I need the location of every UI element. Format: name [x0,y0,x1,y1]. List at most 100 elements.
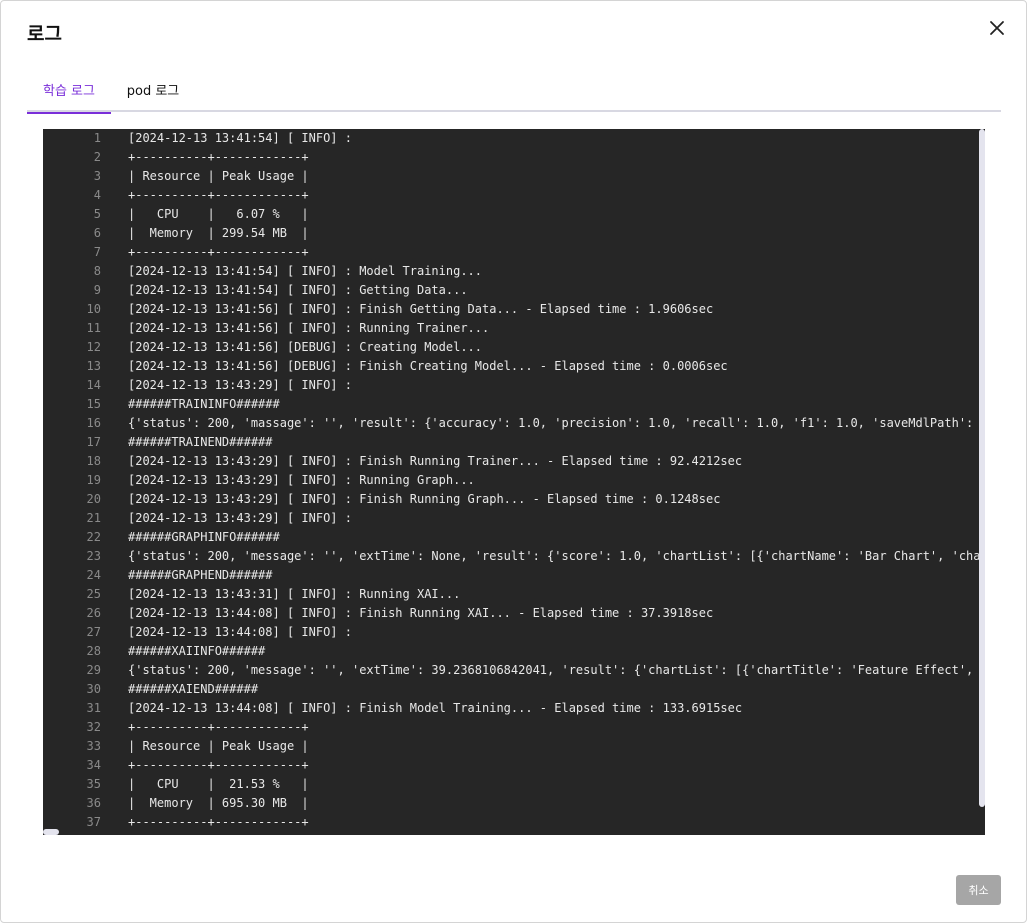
line-number: 9 [93,283,101,297]
line-number: 4 [93,188,101,202]
line-number: 32 [86,720,101,734]
log-line-text: [2024-12-13 13:41:54] [ INFO] : Getting … [128,283,468,297]
vertical-scrollbar-thumb[interactable] [979,129,985,807]
line-number: 34 [86,758,101,772]
log-line-text: [2024-12-13 13:43:31] [ INFO] : Running … [128,587,461,601]
line-number: 29 [86,663,101,677]
cancel-button[interactable]: 취소 [956,875,1001,905]
log-line: 7 +----------+------------+ [43,243,979,262]
tab-training-log[interactable]: 학습 로그 [27,75,111,114]
log-line-text: +----------+------------+ [128,150,309,164]
log-line: 32 +----------+------------+ [43,718,979,737]
log-line: 29 {'status': 200, 'message': '', 'extTim… [43,661,979,680]
log-line: 6 | Memory | 299.54 MB | [43,224,979,243]
close-icon [990,21,1004,35]
log-line-text: | CPU | 6.07 % | [128,207,309,221]
log-line-text: | Resource | Peak Usage | [128,739,309,753]
line-number: 33 [86,739,101,753]
line-number: 12 [86,340,101,354]
log-line: 18 [2024-12-13 13:43:29] [ INFO] : Finish… [43,452,979,471]
log-line: 10 [2024-12-13 13:41:56] [ INFO] : Finish… [43,300,979,319]
log-line: 20 [2024-12-13 13:43:29] [ INFO] : Finish… [43,490,979,509]
line-number: 19 [86,473,101,487]
vertical-scrollbar[interactable] [979,129,985,807]
line-number: 37 [86,815,101,829]
line-number: 3 [93,169,101,183]
log-line-text: ######XAIINFO###### [128,644,266,658]
log-line-text: +----------+------------+ [128,815,309,829]
line-number: 22 [86,530,101,544]
line-number: 10 [86,302,101,316]
line-number: 15 [86,397,101,411]
log-line-text: ######TRAINEND###### [128,435,273,449]
log-line-text: +----------+------------+ [128,188,309,202]
line-number: 18 [86,454,101,468]
tab-pod-log[interactable]: pod 로그 [119,75,187,112]
log-line-text: +----------+------------+ [128,720,309,734]
log-line-text: [2024-12-13 13:43:29] [ INFO] : [128,511,352,525]
horizontal-scrollbar-thumb[interactable] [43,829,59,835]
line-number: 24 [86,568,101,582]
log-line-text: [2024-12-13 13:43:29] [ INFO] : Running … [128,473,475,487]
log-line: 22 ######GRAPHINFO###### [43,528,979,547]
log-tabs: 학습 로그 pod 로그 [27,75,1001,114]
log-line-text: ######TRAININFO###### [128,397,280,411]
line-number: 16 [86,416,101,430]
line-number: 25 [86,587,101,601]
log-line: 21 [2024-12-13 13:43:29] [ INFO] : [43,509,979,528]
log-line-text: [2024-12-13 13:41:56] [DEBUG] : Creating… [128,340,483,354]
log-line: 28 ######XAIINFO###### [43,642,979,661]
log-line-text: | Resource | Peak Usage | [128,169,309,183]
close-button[interactable] [984,15,1010,41]
line-number: 1 [93,131,101,145]
log-line: 36 | Memory | 695.30 MB | [43,794,979,813]
line-number: 21 [86,511,101,525]
log-line: 14 [2024-12-13 13:43:29] [ INFO] : [43,376,979,395]
line-number: 20 [86,492,101,506]
log-line-text: | Memory | 299.54 MB | [128,226,309,240]
log-line-text: [2024-12-13 13:44:08] [ INFO] : Finish R… [128,606,714,620]
log-line: 23 {'status': 200, 'message': '', 'extTim… [43,547,979,566]
line-number: 23 [86,549,101,563]
line-number: 8 [93,264,101,278]
log-line: 8 [2024-12-13 13:41:54] [ INFO] : Model T… [43,262,979,281]
log-line-text: {'status': 200, 'message': '', 'extTime'… [128,549,979,563]
line-number: 17 [86,435,101,449]
log-line: 1 [2024-12-13 13:41:54] [ INFO] : [43,129,979,148]
log-line: 34 +----------+------------+ [43,756,979,775]
log-line: 12 [2024-12-13 13:41:56] [DEBUG] : Creati… [43,338,979,357]
log-line-text: [2024-12-13 13:41:56] [DEBUG] : Finish C… [128,359,728,373]
log-line: 25 [2024-12-13 13:43:31] [ INFO] : Runnin… [43,585,979,604]
log-line: 31 [2024-12-13 13:44:08] [ INFO] : Finish… [43,699,979,718]
log-line-text: [2024-12-13 13:43:29] [ INFO] : Finish R… [128,454,743,468]
line-number: 28 [86,644,101,658]
log-line-text: [2024-12-13 13:44:08] [ INFO] : [128,625,352,639]
log-line-text: | Memory | 695.30 MB | [128,796,309,810]
line-number: 36 [86,796,101,810]
log-line-text: ######GRAPHEND###### [128,568,273,582]
log-line: 11 [2024-12-13 13:41:56] [ INFO] : Runnin… [43,319,979,338]
log-lines: 1 [2024-12-13 13:41:54] [ INFO] : 2 +------… [43,129,979,829]
line-number: 27 [86,625,101,639]
log-line-text: ######GRAPHINFO###### [128,530,280,544]
line-number: 30 [86,682,101,696]
modal-title: 로그 [27,23,62,45]
line-number: 35 [86,777,101,791]
log-modal: 로그 학습 로그 pod 로그 1 [2024-12-13 13:41:54] [… [0,0,1027,923]
log-line: 5 | CPU | 6.07 % | [43,205,979,224]
log-line: 13 [2024-12-13 13:41:56] [DEBUG] : Finish… [43,357,979,376]
log-line: 2 +----------+------------+ [43,148,979,167]
log-line: 3 | Resource | Peak Usage | [43,167,979,186]
log-line: 27 [2024-12-13 13:44:08] [ INFO] : [43,623,979,642]
log-line-text: {'status': 200, 'massage': '', 'result':… [128,416,974,430]
log-line-text: [2024-12-13 13:41:54] [ INFO] : Model Tr… [128,264,483,278]
line-number: 2 [93,150,101,164]
line-number: 7 [93,245,101,259]
log-line-text: ######XAIEND###### [128,682,259,696]
log-viewer[interactable]: 1 [2024-12-13 13:41:54] [ INFO] : 2 +------… [43,129,985,835]
log-line: 9 [2024-12-13 13:41:54] [ INFO] : Getting… [43,281,979,300]
log-line: 30 ######XAIEND###### [43,680,979,699]
line-number: 6 [93,226,101,240]
log-line-text: {'status': 200, 'message': '', 'extTime'… [128,663,974,677]
log-line: 37 +----------+------------+ [43,813,979,829]
